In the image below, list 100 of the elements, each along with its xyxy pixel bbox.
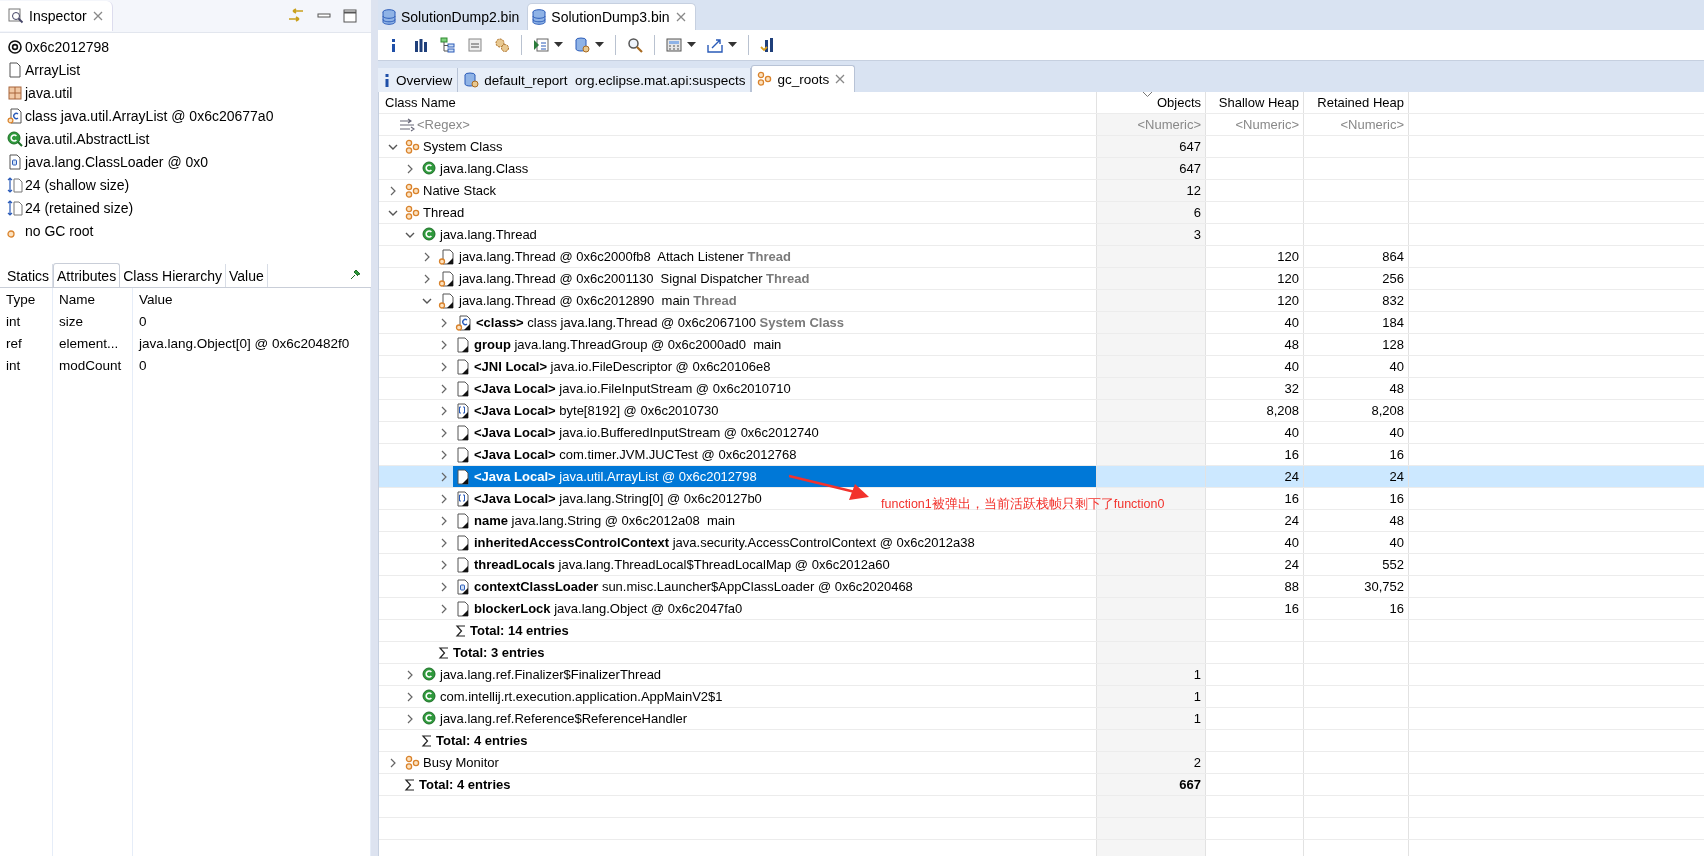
table-cell: 40 bbox=[1284, 425, 1299, 440]
column-header[interactable]: Type bbox=[0, 288, 53, 310]
array-object-icon bbox=[455, 490, 471, 507]
object-group-icon bbox=[404, 754, 420, 771]
gears-icon[interactable] bbox=[494, 37, 510, 53]
inspector-item[interactable]: java.util bbox=[25, 84, 73, 101]
inspector-item[interactable]: 24 (retained size) bbox=[25, 199, 134, 216]
query-tab[interactable]: default_report org.eclipse.mat.api:suspects bbox=[458, 68, 752, 92]
tree-row[interactable]: inheritedAccessControlContext java.security.AccessControlContext @ 0x6c2012a38 40 40 bbox=[379, 532, 1704, 554]
filter-field[interactable]: <Numeric> bbox=[1340, 117, 1404, 132]
tab[interactable]: Attributes bbox=[53, 263, 121, 287]
tree-icon[interactable] bbox=[440, 37, 456, 53]
inspector-item[interactable]: 0x6c2012798 bbox=[25, 38, 110, 55]
object-icon bbox=[455, 424, 471, 441]
tree-row[interactable]: <JNI Local> java.io.FileDescriptor @ 0x6c20106e8 40 40 bbox=[379, 356, 1704, 378]
table-cell-text: ref bbox=[5, 334, 23, 353]
object-group-icon bbox=[404, 182, 420, 199]
row-label: <Java Local> byte[8192] @ 0x6c2010730 bbox=[474, 403, 719, 418]
column-header[interactable]: Shallow Heap bbox=[1218, 95, 1299, 110]
bar-chart-icon[interactable] bbox=[413, 37, 429, 53]
table-cell: 88 bbox=[1284, 579, 1299, 594]
table-cell: 40 bbox=[1284, 359, 1299, 374]
tree-row[interactable]: java.lang.Class 647 bbox=[379, 158, 1704, 180]
export-icon[interactable] bbox=[707, 37, 723, 53]
tree-row[interactable]: blockerLock java.lang.Object @ 0x6c2047fa0 16 16 bbox=[379, 598, 1704, 620]
list-play-icon[interactable] bbox=[533, 37, 549, 53]
inspector-item[interactable]: no GC root bbox=[25, 222, 94, 239]
tree-row[interactable]: java.lang.Thread @ 0x6c2001130 Signal Dispatcher Thread 120 256 bbox=[379, 268, 1704, 290]
tree-row[interactable]: name java.lang.String @ 0x6c2012a08 main 24 48 bbox=[379, 510, 1704, 532]
caret-icon[interactable] bbox=[728, 42, 737, 48]
column-header[interactable]: Class Name bbox=[385, 95, 456, 110]
column-header[interactable]: Objects bbox=[1156, 95, 1201, 110]
table-cell: 40 bbox=[1389, 425, 1404, 440]
calculator-icon[interactable] bbox=[666, 37, 682, 53]
inspector-item[interactable]: 24 (shallow size) bbox=[25, 176, 130, 193]
tree-row[interactable]: java.lang.Thread 3 bbox=[379, 224, 1704, 246]
pin-icon[interactable] bbox=[349, 269, 361, 281]
inspector-item[interactable]: ArrayList bbox=[25, 61, 81, 78]
close-icon[interactable] bbox=[674, 11, 687, 23]
column-header[interactable]: Value bbox=[133, 288, 371, 310]
table-cell: 864 bbox=[1382, 249, 1404, 264]
tree-row[interactable]: java.lang.Thread @ 0x6c2012890 main Thread 120 832 bbox=[379, 290, 1704, 312]
filter-field[interactable]: <Regex> bbox=[417, 117, 470, 132]
query-tab[interactable]: Overview bbox=[378, 68, 459, 92]
tree-row[interactable]: System Class 647 bbox=[379, 136, 1704, 158]
tree-row[interactable]: com.intellij.rt.execution.application.AppMainV2$1 1 bbox=[379, 686, 1704, 708]
close-icon[interactable] bbox=[834, 73, 847, 85]
caret-icon[interactable] bbox=[595, 42, 604, 48]
row-label: blockerLock java.lang.Object @ 0x6c2047fa0 bbox=[474, 601, 743, 616]
tree-row[interactable]: <Java Local> byte[8192] @ 0x6c2010730 8,208 8,208 bbox=[379, 400, 1704, 422]
tree-row[interactable]: Total: 4 entries bbox=[379, 730, 1704, 752]
tab[interactable]: Statics bbox=[4, 264, 53, 287]
column-header[interactable]: Retained Heap bbox=[1317, 95, 1404, 110]
query-tab[interactable]: gc_roots bbox=[751, 65, 856, 92]
query-file-icon[interactable] bbox=[467, 37, 483, 53]
tree-row[interactable]: Total: 3 entries bbox=[379, 642, 1704, 664]
class-icon bbox=[421, 226, 437, 243]
tree-row[interactable]: <Java Local> java.util.ArrayList @ 0x6c2012798 24 24 bbox=[379, 466, 1704, 488]
tree-row[interactable]: Thread 6 bbox=[379, 202, 1704, 224]
database-gear-icon[interactable] bbox=[574, 37, 590, 53]
tree-row[interactable]: Total: 14 entries bbox=[379, 620, 1704, 642]
filter-field[interactable]: <Numeric> bbox=[1235, 117, 1299, 132]
inspector-tab[interactable]: Inspector bbox=[0, 1, 113, 31]
maximize-icon[interactable] bbox=[343, 9, 357, 23]
tree-row[interactable]: <Java Local> com.timer.JVM.JUCTest @ 0x6c2012768 16 16 bbox=[379, 444, 1704, 466]
close-icon[interactable] bbox=[91, 10, 104, 22]
table-cell: 32 bbox=[1284, 381, 1299, 396]
inspector-item[interactable]: java.lang.ClassLoader @ 0x0 bbox=[25, 153, 209, 170]
table-cell: 16 bbox=[1389, 491, 1404, 506]
tree-row[interactable]: java.lang.ref.Reference$ReferenceHandler 1 bbox=[379, 708, 1704, 730]
column-header[interactable]: Name bbox=[53, 288, 133, 310]
caret-icon[interactable] bbox=[687, 42, 696, 48]
gc-root-dot-icon bbox=[7, 229, 15, 238]
tree-row[interactable]: group java.lang.ThreadGroup @ 0x6c2000ad0 main 48 128 bbox=[379, 334, 1704, 356]
caret-icon[interactable] bbox=[554, 42, 563, 48]
database-gear-icon bbox=[463, 72, 480, 88]
search-icon[interactable] bbox=[627, 37, 643, 53]
tree-row[interactable]: java.lang.Thread @ 0x6c2000fb8 Attach Listener Thread 120 864 bbox=[379, 246, 1704, 268]
table-cell: 12 bbox=[1186, 183, 1201, 198]
row-label: Native Stack bbox=[423, 183, 496, 198]
tree-row[interactable]: Total: 4 entries 667 bbox=[379, 774, 1704, 796]
tree-row[interactable]: <Java Local> java.io.FileInputStream @ 0x6c2010710 32 48 bbox=[379, 378, 1704, 400]
tree-row[interactable]: Native Stack 12 bbox=[379, 180, 1704, 202]
tree-row[interactable]: threadLocals java.lang.ThreadLocal$ThreadLocalMap @ 0x6c2012a60 24 552 bbox=[379, 554, 1704, 576]
sort-caret-icon[interactable] bbox=[1143, 92, 1152, 97]
tree-row[interactable]: <class> class java.lang.Thread @ 0x6c2067100 System Class 40 184 bbox=[379, 312, 1704, 334]
inspector-item[interactable]: class java.util.ArrayList @ 0x6c20677a0 bbox=[25, 107, 274, 124]
tree-row[interactable]: <Java Local> java.io.BufferedInputStream @ 0x6c2012740 40 40 bbox=[379, 422, 1704, 444]
row-label: <Java Local> java.util.ArrayList @ 0x6c2012798 bbox=[474, 469, 757, 484]
class-icon bbox=[421, 160, 437, 177]
row-label: <JNI Local> java.io.FileDescriptor @ 0x6c20106e8 bbox=[474, 359, 771, 374]
sum-icon bbox=[438, 645, 450, 660]
editor-tab[interactable]: SolutionDump3.bin bbox=[527, 3, 696, 30]
object-icon bbox=[455, 468, 471, 485]
tree-row[interactable]: Busy Monitor 2 bbox=[379, 752, 1704, 774]
inspector-item[interactable]: java.util.AbstractList bbox=[25, 130, 150, 147]
chart-arrow-icon[interactable] bbox=[760, 37, 776, 53]
tree-row[interactable]: contextClassLoader sun.misc.Launcher$AppClassLoader @ 0x6c2020468 88 30,752 bbox=[379, 576, 1704, 598]
editor-tab[interactable]: SolutionDump2.bin bbox=[378, 4, 528, 30]
tree-row[interactable]: java.lang.ref.Finalizer$FinalizerThread 1 bbox=[379, 664, 1704, 686]
